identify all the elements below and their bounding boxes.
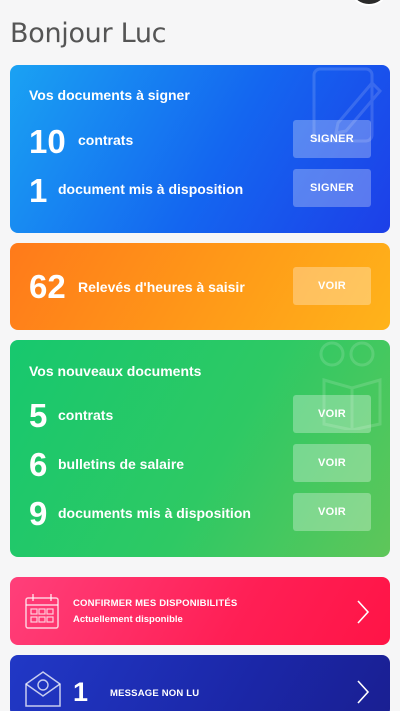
sign-document-label: document mis à disposition [58,181,244,197]
sign-contracts-label: contrats [78,132,134,148]
new-payslips-view-button[interactable]: VOIR [293,444,371,482]
calendar-icon [25,594,59,629]
chevron-right-icon [357,600,370,624]
new-documents-card: Vos nouveaux documents 5 contrats VOIR 6… [10,340,390,557]
sign-contracts-count: 10 [29,123,66,160]
new-shared-docs-view-button[interactable]: VOIR [293,493,371,531]
unread-messages-label: MESSAGE NON LU [110,688,200,699]
new-payslips-count: 6 [29,446,48,483]
sign-document-button[interactable]: SIGNER [293,169,371,207]
unread-messages-count: 1 [73,677,89,707]
new-shared-docs-count: 9 [29,495,48,532]
new-contracts-count: 5 [29,397,48,434]
avatar[interactable] [352,0,386,6]
new-payslips-label: bulletins de salaire [58,456,185,472]
new-documents-title: Vos nouveaux documents [29,363,202,379]
sign-documents-card: Vos documents à signer 10 contrats SIGNE… [10,65,390,233]
timesheets-count: 62 [29,268,66,305]
new-shared-docs-label: documents mis à disposition [58,505,251,521]
sign-card-title: Vos documents à signer [29,87,190,103]
unread-messages-banner[interactable]: 1 MESSAGE NON LU [10,655,390,711]
availability-status: Actuellement disponible [73,614,183,625]
envelope-at-icon [25,671,61,707]
chevron-right-icon [357,680,370,704]
availability-title: CONFIRMER MES DISPONIBILITÉS [73,598,238,609]
timesheets-label: Relevés d'heures à saisir [78,279,245,295]
timesheets-card: 62 Relevés d'heures à saisir VOIR [10,243,390,330]
sign-document-count: 1 [29,172,48,209]
greeting-title: Bonjour Luc [10,18,167,49]
sign-contracts-button[interactable]: SIGNER [293,120,371,158]
new-contracts-label: contrats [58,407,114,423]
timesheets-view-button[interactable]: VOIR [293,267,371,305]
confirm-availability-banner[interactable]: CONFIRMER MES DISPONIBILITÉS Actuellemen… [10,577,390,645]
new-contracts-view-button[interactable]: VOIR [293,395,371,433]
